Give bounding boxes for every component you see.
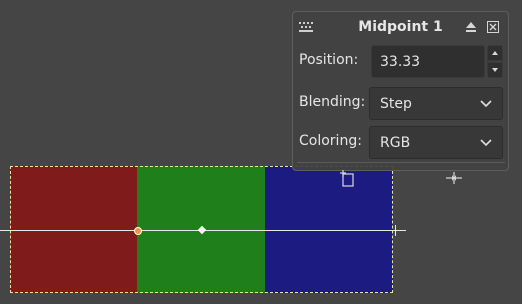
coloring-label: Coloring: (299, 133, 362, 149)
grip-icon[interactable] (299, 22, 313, 32)
close-icon[interactable] (487, 21, 499, 33)
new-point-icon[interactable] (340, 169, 356, 187)
panel-divider (297, 162, 505, 163)
position-increment-button[interactable] (487, 45, 503, 61)
position-label: Position: (299, 52, 359, 68)
blending-row: Blending: (299, 94, 369, 110)
chevron-down-icon (480, 100, 492, 108)
position-input[interactable]: 33.33 (371, 45, 485, 78)
coloring-row: Coloring: (299, 133, 369, 149)
coloring-select[interactable]: RGB (369, 126, 503, 159)
blending-select[interactable]: Step (369, 87, 503, 120)
midpoint-editor-panel: Midpoint 1 Position: 33.33 Blending: Ste… (292, 11, 509, 187)
position-row: Position: (299, 52, 369, 68)
chevron-down-icon (480, 139, 492, 147)
blending-label: Blending: (299, 94, 366, 110)
eject-icon[interactable] (465, 21, 477, 33)
stop-handle[interactable] (134, 227, 142, 235)
caret-down-icon (492, 68, 498, 72)
position-decrement-button[interactable] (487, 62, 503, 78)
split-icon[interactable] (445, 172, 463, 184)
caret-up-icon (492, 51, 498, 55)
blending-value: Step (380, 95, 412, 112)
endpoint-handle[interactable] (395, 225, 396, 236)
coloring-value: RGB (380, 134, 411, 151)
